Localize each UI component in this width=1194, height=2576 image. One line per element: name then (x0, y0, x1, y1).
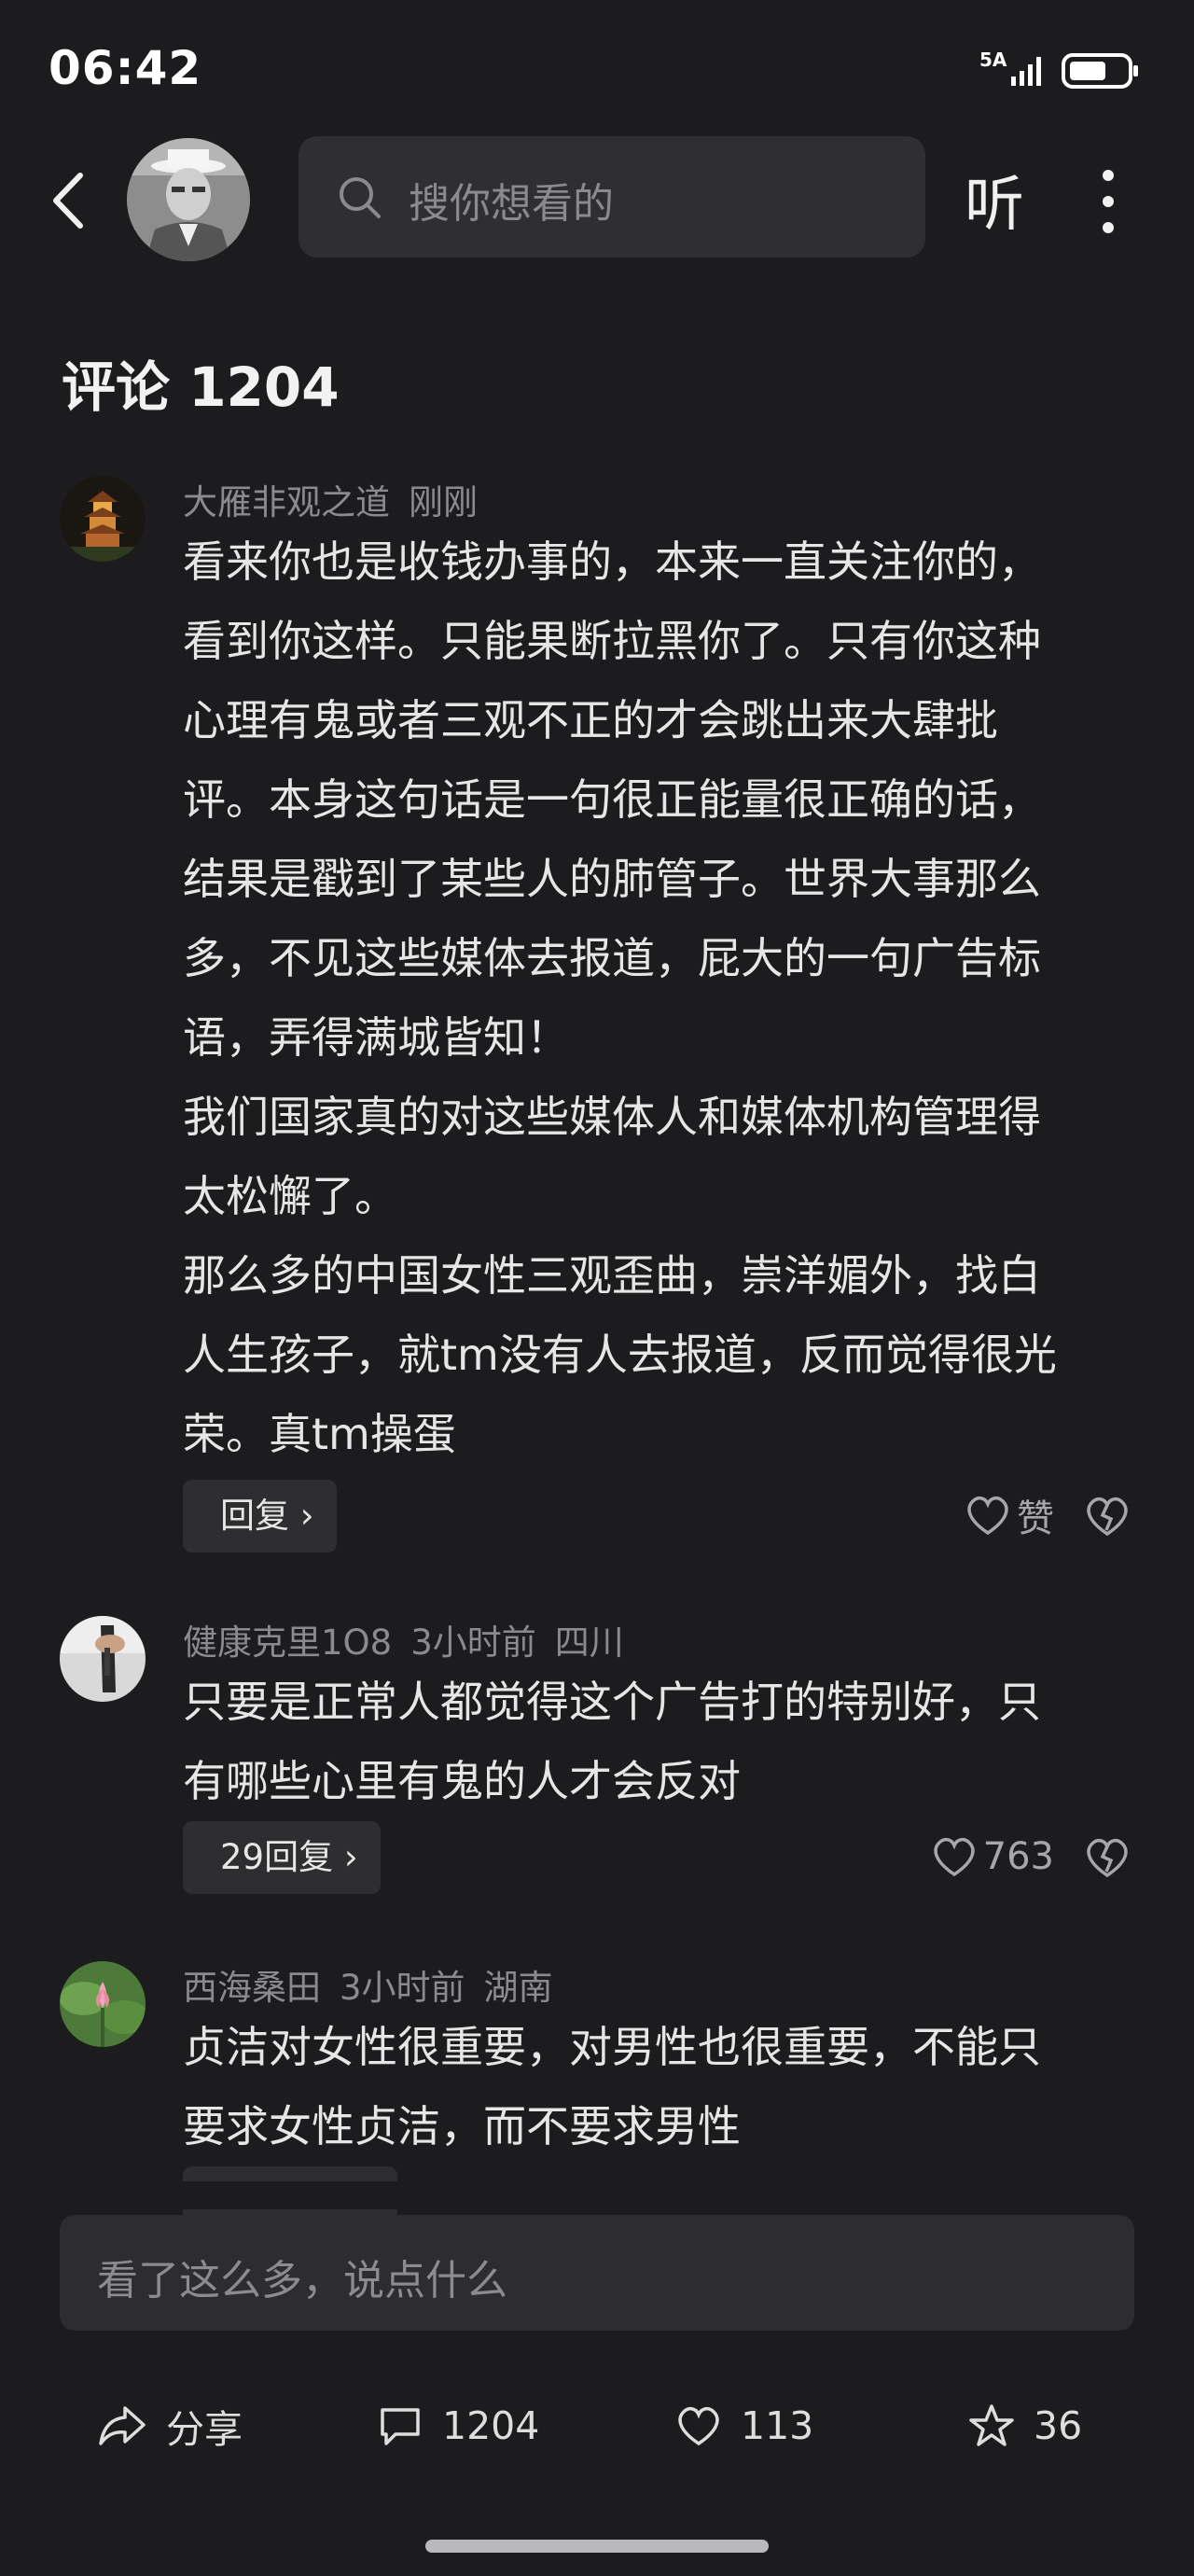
comment-text: 看来你也是收钱办事的，本来一直关注你的， 看到你这样。只能果断拉黑你了。只有你这… (183, 522, 1116, 1474)
author-portrait-image (127, 138, 250, 261)
comment-count: 1204 (442, 2403, 540, 2448)
comment-line: 只要是正常人都觉得这个广告打的特别好，只 (183, 1677, 1041, 1727)
commenter-avatar[interactable] (60, 1616, 146, 1702)
comment-line: 多，不见这些媒体去报道，屁大的一句广告标 (183, 933, 1041, 983)
comment-line: 那么多的中国女性三观歪曲，崇洋媚外，找白 (183, 1250, 1041, 1301)
status-bar: 06:42 5A (0, 0, 1194, 131)
comment-line: 语，弄得满城皆知！ (183, 1012, 569, 1063)
pagoda-avatar-image (60, 476, 146, 562)
share-button[interactable]: 分享 (97, 2396, 243, 2456)
comment-line: 我们国家真的对这些媒体人和媒体机构管理得 (183, 1092, 1041, 1142)
comment-line: 要求女性贞洁，而不要求男性 (183, 2101, 741, 2151)
heart-icon (967, 1496, 1008, 1536)
reply-label: 29回复 (220, 1837, 334, 1877)
like-button[interactable]: 赞 (965, 1487, 1054, 1543)
share-icon (99, 2406, 146, 2445)
share-label: 分享 (166, 2407, 243, 2452)
search-icon (340, 177, 381, 218)
comment-line: 太松懈了。 (183, 1171, 397, 1221)
like-count: 763 (982, 1835, 1054, 1878)
comment-time: 3小时前 (340, 1968, 465, 2008)
list-clip-edge (0, 2181, 1194, 2209)
search-bar[interactable]: 搜你想看的 (298, 136, 925, 258)
comment-location: 湖南 (483, 1968, 553, 2008)
author-avatar[interactable] (127, 138, 250, 261)
comment-line: 有哪些心里有鬼的人才会反对 (183, 1756, 741, 1806)
comment-line: 评。本身这句话是一句很正能量很正确的话， (183, 774, 1041, 825)
comment-text: 贞洁对女性很重要，对男性也很重要，不能只 要求女性贞洁，而不要求男性 (183, 2008, 1116, 2166)
comment-time: 刚刚 (409, 482, 478, 522)
comment-input-placeholder: 看了这么多，说点什么 (97, 2257, 507, 2304)
comment-input[interactable]: 看了这么多，说点什么 (60, 2215, 1134, 2331)
comment-meta: 西海桑田 3小时前 湖南 (183, 1959, 572, 2010)
commenter-name[interactable]: 西海桑田 (183, 1968, 321, 2008)
comments-title: 评论 1204 (62, 355, 340, 419)
like-label: 赞 (1017, 1497, 1054, 1540)
chevron-right-icon: › (343, 1837, 358, 1877)
heart-icon (934, 1837, 975, 1877)
comment-location: 四川 (554, 1622, 624, 1663)
reply-label: 回复 (220, 1496, 289, 1536)
hand-avatar-image (60, 1616, 146, 1702)
battery-icon (1062, 53, 1138, 89)
comment-meta: 大雁非观之道 刚刚 (183, 474, 496, 524)
lotus-avatar-image (60, 1961, 146, 2047)
comment-button[interactable]: 1204 (377, 2396, 539, 2456)
favorite-count: 36 (1034, 2403, 1083, 2448)
reply-button[interactable]: 29回复 › (183, 1821, 381, 1894)
status-time: 06:42 (49, 41, 202, 95)
comment-line: 看来你也是收钱办事的，本来一直关注你的， (183, 536, 1041, 587)
comment-meta: 健康克里1O8 3小时前 四川 (183, 1614, 643, 1664)
more-icon[interactable] (1090, 164, 1127, 239)
comment-icon (381, 2408, 420, 2445)
comment-time: 3小时前 (410, 1622, 536, 1663)
comment-line: 贞洁对女性很重要，对男性也很重要，不能只 (183, 2022, 1041, 2072)
search-placeholder: 搜你想看的 (409, 180, 614, 228)
broken-heart-icon[interactable] (1084, 1834, 1131, 1881)
bottom-action-bar: 分享 1204 113 36 (0, 2370, 1194, 2482)
commenter-avatar[interactable] (60, 1961, 146, 2047)
commenter-avatar[interactable] (60, 476, 146, 562)
like-article-button[interactable]: 113 (675, 2396, 813, 2456)
heart-icon (678, 2406, 719, 2446)
home-indicator[interactable] (425, 2540, 769, 2553)
comment-line: 荣。真tm操蛋 (183, 1409, 456, 1459)
network-type: 5A (979, 49, 1007, 71)
favorite-button[interactable]: 36 (968, 2396, 1082, 2456)
broken-heart-icon[interactable] (1084, 1493, 1131, 1539)
listen-button[interactable]: 听 (965, 157, 1024, 243)
comment-line: 结果是戳到了某些人的肺管子。世界大事那么 (183, 854, 1041, 904)
like-count: 113 (741, 2403, 814, 2448)
signal-icon (1011, 57, 1041, 86)
comment-text: 只要是正常人都觉得这个广告打的特别好，只 有哪些心里有鬼的人才会反对 (183, 1663, 1116, 1821)
comment-line: 人生孩子，就tm没有人去报道，反而觉得很光 (183, 1330, 1057, 1380)
top-bar: 搜你想看的 听 (0, 131, 1194, 261)
comment-line: 看到你这样。只能果断拉黑你了。只有你这种 (183, 616, 1041, 666)
chevron-right-icon: › (299, 1496, 314, 1536)
comment-line: 心理有鬼或者三观不正的才会跳出来大肆批 (183, 695, 998, 745)
back-icon[interactable] (47, 168, 93, 233)
star-icon (969, 2404, 1014, 2446)
reply-button[interactable]: 回复 › (183, 1480, 337, 1553)
commenter-name[interactable]: 健康克里1O8 (183, 1622, 392, 1663)
commenter-name[interactable]: 大雁非观之道 (183, 482, 390, 522)
like-button[interactable]: 763 (931, 1829, 1054, 1885)
